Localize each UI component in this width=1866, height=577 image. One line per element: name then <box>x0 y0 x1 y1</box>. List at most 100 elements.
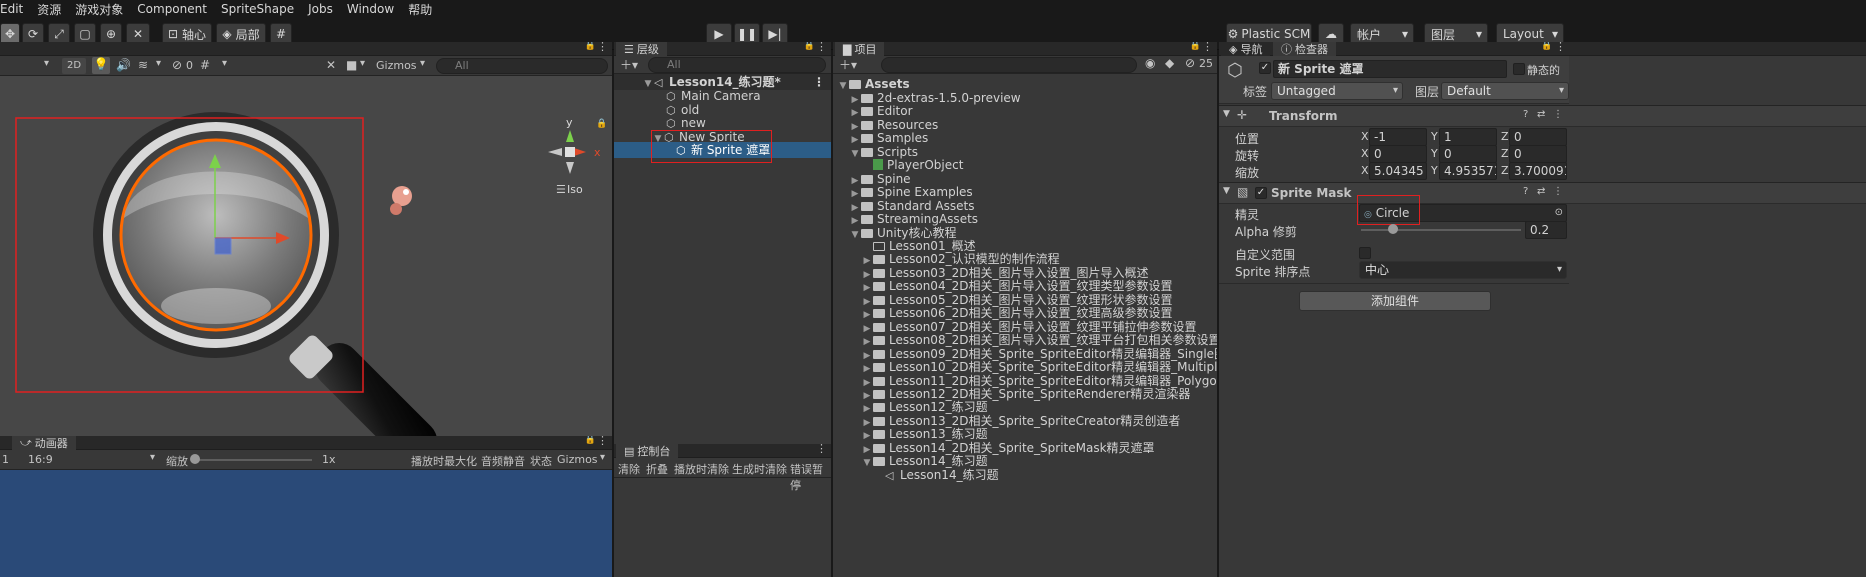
search-by-type-icon[interactable]: ◉ <box>1145 56 1155 70</box>
sort-point-dropdown[interactable]: 中心 <box>1359 261 1567 279</box>
tag-dropdown[interactable]: Untagged <box>1271 82 1403 100</box>
alpha-slider-handle[interactable] <box>1388 224 1398 234</box>
lock-icon[interactable]: 🔒 <box>1541 42 1552 51</box>
tab-navigation[interactable]: ◈ 导航 <box>1221 42 1271 56</box>
expand-arrow-icon[interactable]: ▼ <box>1223 109 1230 119</box>
error-pause-button[interactable]: 错误暂停 <box>790 461 831 493</box>
stats-button[interactable]: 状态 <box>530 453 552 469</box>
hidden-packages-icon[interactable]: ⊘ <box>1185 56 1195 70</box>
chevron-down-icon[interactable]: ▾ <box>222 58 227 69</box>
scale-z-field[interactable]: 3.700091 <box>1509 162 1567 180</box>
object-picker-icon[interactable]: ⊙ <box>1555 205 1563 221</box>
audio-icon[interactable]: 🔊 <box>116 58 131 72</box>
custom-range-checkbox[interactable] <box>1359 247 1371 259</box>
lock-icon[interactable]: 🔒 <box>585 42 596 51</box>
label-icon[interactable]: ◆ <box>1165 56 1174 70</box>
preset-icon[interactable]: ⇄ <box>1537 109 1545 120</box>
tab-console[interactable]: ▤ 控制台 <box>616 444 679 458</box>
scale-slider-handle[interactable] <box>190 454 200 464</box>
chevron-down-icon[interactable]: ▾ <box>420 58 425 69</box>
lock-icon[interactable]: 🔒 <box>804 42 815 51</box>
camera-icon[interactable]: ■ <box>346 58 357 72</box>
panel-menu-icon[interactable]: ⋮ <box>597 436 608 447</box>
aspect-dropdown[interactable]: 16:9 <box>28 453 53 466</box>
sprite-mask-header[interactable]: ▼ ▧ ✓ Sprite Mask ? ⇄ ⋮ <box>1219 182 1866 204</box>
scene-viewport[interactable]: y x 🔒 ☰ Iso <box>0 76 612 436</box>
chevron-down-icon[interactable]: ▾ <box>360 58 365 69</box>
alpha-slider-track[interactable] <box>1361 229 1521 231</box>
project-search-input[interactable] <box>881 57 1137 73</box>
menu-assets[interactable]: 资源 <box>30 1 68 18</box>
expand-arrow-icon[interactable]: ▼ <box>1223 186 1230 196</box>
add-component-button[interactable]: 添加组件 <box>1299 291 1491 311</box>
preset-icon[interactable]: ⇄ <box>1537 186 1545 197</box>
scale-y-field[interactable]: 4.953571 <box>1439 162 1497 180</box>
layer-dropdown[interactable]: Default <box>1441 82 1569 100</box>
menu-component[interactable]: Component <box>130 2 214 16</box>
effects-icon[interactable]: ≋ <box>138 58 148 72</box>
animator-canvas[interactable] <box>0 470 612 577</box>
collapse-button[interactable]: 折叠 <box>646 461 668 477</box>
tab-inspector[interactable]: ⓘ 检查器 <box>1273 42 1336 56</box>
static-checkbox[interactable] <box>1513 63 1525 75</box>
mute-audio-button[interactable]: 音频静音 <box>481 453 525 469</box>
lock-icon[interactable]: 🔒 <box>1190 42 1201 51</box>
menu-jobs[interactable]: Jobs <box>301 2 340 16</box>
scene-search-input[interactable]: All <box>436 58 608 74</box>
scale-slider[interactable] <box>192 459 312 461</box>
rotation-y-field[interactable]: 0 <box>1439 145 1497 163</box>
component-menu-icon[interactable]: ⋮ <box>1553 186 1563 197</box>
draw-mode-dropdown[interactable]: ▾ <box>44 58 49 69</box>
chevron-down-icon[interactable]: ▾ <box>150 452 155 463</box>
component-menu-icon[interactable]: ⋮ <box>1553 109 1563 120</box>
rotation-z-field[interactable]: 0 <box>1509 145 1567 163</box>
clear-on-play-button[interactable]: 播放时清除 <box>674 461 729 477</box>
panel-menu-icon[interactable]: ⋮ <box>816 42 827 53</box>
rotation-x-field[interactable]: 0 <box>1369 145 1427 163</box>
panel-menu-icon[interactable]: ⋮ <box>1555 42 1566 53</box>
grid-icon[interactable]: # <box>200 58 210 72</box>
hierarchy-search-input[interactable]: All <box>648 57 826 73</box>
gizmos-button[interactable]: Gizmos <box>557 453 598 466</box>
menu-gameobject[interactable]: 游戏对象 <box>68 1 130 18</box>
add-icon[interactable]: ＋▾ <box>620 56 638 73</box>
mode-2d-button[interactable]: 2D <box>62 58 86 74</box>
active-checkbox[interactable]: ✓ <box>1259 62 1271 74</box>
maximize-on-play-button[interactable]: 播放时最大化 <box>411 453 477 469</box>
scale-x-field[interactable]: 5.04345 <box>1369 162 1427 180</box>
position-y-field[interactable]: 1 <box>1439 128 1497 146</box>
gizmos-button[interactable]: Gizmos <box>376 59 417 72</box>
folder-icon <box>873 430 885 440</box>
tab-hierarchy[interactable]: ☰ 层级 <box>616 42 667 56</box>
menu-help[interactable]: 帮助 <box>401 1 439 18</box>
menu-spriteshape[interactable]: SpriteShape <box>214 2 301 16</box>
help-icon[interactable]: ? <box>1523 109 1528 120</box>
menu-edit[interactable]: Edit <box>0 2 30 16</box>
tab-animator[interactable]: ⤻ 动画器 <box>12 436 76 450</box>
chevron-down-icon[interactable]: ▾ <box>600 452 605 463</box>
panel-menu-icon[interactable]: ⋮ <box>597 42 608 53</box>
enabled-checkbox[interactable]: ✓ <box>1255 187 1267 199</box>
project-scene-item[interactable]: ◁ Lesson14_练习题 <box>833 467 1217 483</box>
lock-icon[interactable]: 🔒 <box>585 436 596 445</box>
chevron-down-icon[interactable]: ▾ <box>156 58 161 69</box>
lock-icon[interactable]: 🔒 <box>596 118 607 129</box>
tab-project[interactable]: ▇ 项目 <box>835 42 885 56</box>
position-x-field[interactable]: -1 <box>1369 128 1427 146</box>
orientation-gizmo[interactable] <box>548 130 586 174</box>
panel-menu-icon[interactable]: ⋮ <box>816 444 827 455</box>
clear-on-build-button[interactable]: 生成时清除 <box>732 461 787 477</box>
transform-header[interactable]: ▼ ✛ Transform ? ⇄ ⋮ <box>1219 105 1866 127</box>
hidden-objects-icon[interactable]: ⊘ <box>172 58 182 72</box>
alpha-cutoff-field[interactable]: 0.2 <box>1525 221 1567 239</box>
position-z-field[interactable]: 0 <box>1509 128 1567 146</box>
clear-button[interactable]: 清除 <box>618 461 640 477</box>
panel-menu-icon[interactable]: ⋮ <box>1202 42 1213 53</box>
help-icon[interactable]: ? <box>1523 186 1528 197</box>
add-icon[interactable]: ＋▾ <box>839 56 857 73</box>
tools-icon[interactable]: ✕ <box>326 58 336 72</box>
persp-label[interactable]: Iso <box>567 183 583 196</box>
menu-window[interactable]: Window <box>340 2 401 16</box>
object-name-field[interactable]: 新 Sprite 遮罩 <box>1273 60 1507 78</box>
lighting-icon[interactable]: 💡 <box>92 57 110 74</box>
